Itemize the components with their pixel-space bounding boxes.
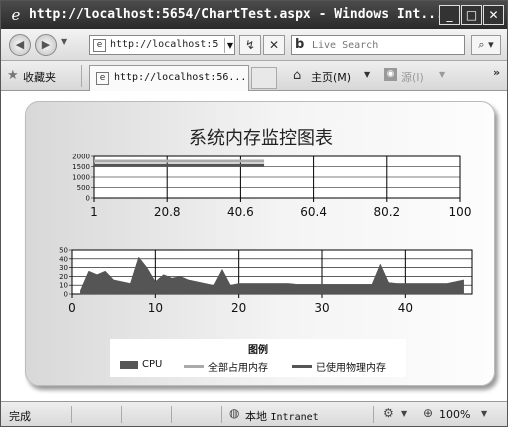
zoom-level[interactable]: 100%	[439, 408, 470, 421]
ie-logo-icon: e	[11, 6, 21, 24]
x-tick-label: 40	[398, 301, 413, 315]
y-tick-label: 1000	[72, 174, 90, 182]
x-tick-label: 60.4	[300, 205, 327, 219]
x-tick-label: 20.8	[154, 205, 181, 219]
x-tick-label: 1	[90, 205, 98, 219]
x-tick-label: 10	[148, 301, 163, 315]
status-divider	[373, 406, 374, 423]
page-content: 系统内存监控图表 1 20.8 40.6 60.4 80.2 100 2000 1500 100…	[1, 91, 507, 401]
protected-mode-icon[interactable]: ⚙	[383, 406, 394, 420]
zoom-icon[interactable]: ⊕	[423, 406, 433, 420]
cpu-chart: 504030201000 10 20 30 40	[59, 247, 473, 315]
x-tick-label: 20	[231, 301, 246, 315]
home-button[interactable]: 主页(M)	[311, 69, 351, 85]
y-tick-label: 0	[64, 291, 68, 299]
search-input[interactable]	[312, 38, 462, 53]
window-title: http://localhost:5654/ChartTest.aspx - W…	[29, 7, 444, 22]
y-tick-label: 10	[59, 282, 68, 290]
x-tick-label: 30	[314, 301, 329, 315]
status-bar: 完成 ◍ 本地 Intranet ⚙ ▼ ⊕ 100% ▼	[1, 401, 507, 426]
zone-name: Intranet	[270, 412, 319, 423]
new-tab-button[interactable]	[251, 67, 277, 89]
y-tick-label: 1500	[72, 163, 90, 171]
feeds-dropdown[interactable]: ▼	[439, 70, 445, 79]
status-divider	[71, 406, 72, 423]
page-icon: e	[93, 39, 106, 52]
legend-swatch	[292, 365, 312, 368]
x-tick-label: 40.6	[227, 205, 254, 219]
address-bar: ◀ ▶ ▼ e http://localhost:5 ▼ ↯ ✕ b ⌕ ▾	[1, 29, 507, 61]
page-icon: e	[96, 72, 109, 85]
tab-bar: ★ 收藏夹 e http://localhost:56... ⌂ 主页(M) ▼…	[1, 61, 507, 91]
legend-label: 全部占用内存	[208, 363, 268, 374]
address-text[interactable]: http://localhost:5	[110, 39, 220, 50]
feed-icon[interactable]: ◉	[384, 68, 397, 81]
legend-label: CPU	[142, 359, 163, 370]
intranet-zone-icon: ◍	[229, 406, 240, 420]
legend-item-cpu: CPU	[120, 359, 162, 373]
y-tick-label: 40	[59, 255, 68, 263]
chart-title: 系统内存监控图表	[189, 128, 333, 149]
toolbar-divider	[81, 65, 82, 87]
live-search-logo-icon: b	[295, 37, 305, 52]
zoom-dropdown[interactable]: ▼	[481, 409, 487, 418]
address-field[interactable]: e http://localhost:5 ▼	[89, 35, 235, 55]
legend-title: 图例	[248, 345, 268, 356]
status-divider	[171, 406, 172, 423]
toolbar-overflow-button[interactable]: »	[493, 66, 500, 79]
memory-chart: 1 20.8 40.6 60.4 80.2 100 2000 1500 1000 500 0	[72, 154, 472, 219]
title-bar[interactable]: e http://localhost:5654/ChartTest.aspx -…	[1, 1, 507, 29]
search-button[interactable]: ⌕ ▾	[471, 35, 501, 55]
search-box[interactable]: b	[291, 35, 465, 55]
y-tick-label: 0	[86, 195, 90, 203]
x-tick-label: 0	[68, 301, 76, 315]
legend-item-total-memory: 全部占用内存	[184, 359, 268, 374]
back-arrow-icon[interactable]: ◀	[9, 34, 31, 56]
y-tick-label: 30	[59, 264, 68, 272]
security-zone-label[interactable]: 本地 Intranet	[245, 408, 319, 424]
legend-swatch	[184, 365, 204, 368]
status-text: 完成	[9, 410, 31, 423]
forward-arrow-icon[interactable]: ▶	[35, 34, 57, 56]
home-icon[interactable]: ⌂	[293, 68, 301, 83]
status-divider	[221, 406, 222, 423]
minimize-button[interactable]: _	[439, 5, 460, 25]
legend-label: 已使用物理内存	[316, 363, 386, 374]
recent-pages-dropdown[interactable]: ▼	[61, 37, 67, 46]
legend: 图例 CPU 全部占用内存 已使用物理内存	[110, 339, 406, 377]
y-tick-label: 50	[59, 247, 68, 255]
chart-panel: 系统内存监控图表 1 20.8 40.6 60.4 80.2 100 2000 1500 100…	[25, 101, 495, 386]
y-tick-label: 2000	[72, 154, 90, 161]
tab-label: http://localhost:56...	[114, 72, 247, 83]
stop-button[interactable]: ✕	[263, 35, 285, 55]
y-tick-label: 500	[77, 184, 90, 192]
x-tick-label: 80.2	[373, 205, 400, 219]
protected-mode-dropdown[interactable]: ▼	[401, 409, 407, 418]
feeds-button[interactable]: 源(I)	[401, 69, 424, 85]
legend-item-used-memory: 已使用物理内存	[292, 359, 386, 374]
maximize-button[interactable]: □	[461, 5, 482, 25]
x-tick-label: 100	[449, 205, 472, 219]
browser-window: e http://localhost:5654/ChartTest.aspx -…	[0, 0, 508, 427]
legend-swatch	[120, 360, 138, 369]
zone-prefix: 本地	[245, 410, 271, 423]
address-dropdown[interactable]: ▼	[224, 38, 235, 53]
close-button[interactable]: ✕	[483, 5, 504, 25]
home-dropdown[interactable]: ▼	[364, 70, 370, 79]
favorites-star-icon[interactable]: ★	[7, 68, 19, 83]
y-tick-label: 20	[59, 273, 68, 281]
favorites-button[interactable]: 收藏夹	[23, 69, 56, 85]
status-divider	[121, 406, 122, 423]
tab-current-page[interactable]: e http://localhost:56...	[89, 65, 249, 91]
refresh-button[interactable]: ↯	[239, 35, 261, 55]
